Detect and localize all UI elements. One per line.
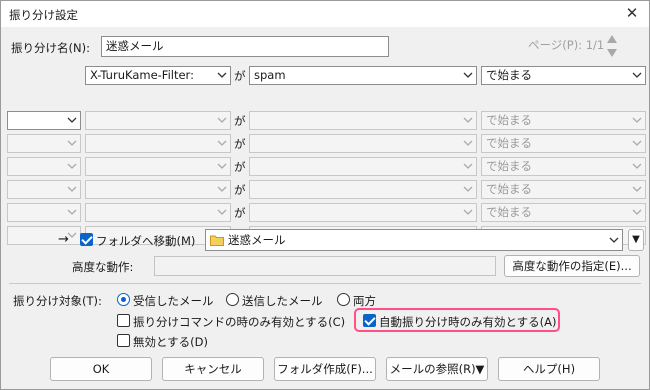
match-type-value: で始まる xyxy=(486,159,532,173)
chevron-down-icon xyxy=(632,161,642,171)
create-folder-button[interactable]: フォルダ作成(F)... xyxy=(274,357,376,381)
target-both-label: 両方 xyxy=(353,294,376,308)
header-field-select[interactable] xyxy=(85,180,231,199)
folder-icon xyxy=(210,235,224,246)
chevron-down-icon xyxy=(217,161,227,171)
chevron-down-icon xyxy=(67,207,77,217)
command-only-checkbox[interactable] xyxy=(117,314,130,327)
chevron-down-icon xyxy=(217,70,227,80)
chevron-down-icon xyxy=(217,115,227,125)
divider xyxy=(9,283,641,284)
target-received-label: 受信したメール xyxy=(133,294,214,308)
chevron-down-icon xyxy=(463,161,473,171)
chevron-down-icon xyxy=(67,115,77,125)
chevron-down-icon xyxy=(632,138,642,148)
condition-value-input[interactable] xyxy=(249,180,477,199)
condition-particle: が xyxy=(234,206,246,220)
title-bar: 振り分け設定 ✕ xyxy=(1,1,649,27)
chevron-down-icon xyxy=(609,235,619,245)
chevron-down-icon xyxy=(217,207,227,217)
target-received-radio[interactable] xyxy=(117,293,130,306)
chevron-down-icon xyxy=(67,138,77,148)
match-type-value: で始まる xyxy=(486,136,532,150)
chevron-down-icon xyxy=(463,70,473,80)
chevron-down-icon xyxy=(463,115,473,125)
header-field-select[interactable] xyxy=(85,111,231,130)
chevron-down-icon xyxy=(463,184,473,194)
logic-select[interactable] xyxy=(7,157,81,176)
folder-menu-button[interactable]: ▼ xyxy=(628,229,644,251)
rule-name-label: 振り分け名(N): xyxy=(11,41,90,55)
match-type-select[interactable]: で始まる xyxy=(481,134,646,153)
condition-value-input[interactable] xyxy=(249,203,477,222)
target-label: 振り分け対象(T): xyxy=(13,294,102,308)
page-indicator: ページ(P): 1/1 xyxy=(528,38,605,52)
chevron-down-icon xyxy=(632,207,642,217)
page-spin-icon[interactable] xyxy=(606,33,618,59)
condition-particle: が xyxy=(234,114,246,128)
header-field-select[interactable] xyxy=(85,203,231,222)
disable-checkbox[interactable] xyxy=(117,334,130,347)
condition-value-input[interactable] xyxy=(249,157,477,176)
advanced-input[interactable] xyxy=(154,256,496,276)
match-type-value: で始まる xyxy=(486,68,532,82)
header-field-select[interactable] xyxy=(85,134,231,153)
folder-select-value: 迷惑メール xyxy=(228,233,286,247)
move-folder-checkbox[interactable] xyxy=(80,233,93,246)
auto-only-label: 自動振り分け時のみ有効とする(A) xyxy=(379,315,557,329)
condition-particle: が xyxy=(234,160,246,174)
match-type-select[interactable]: で始まる xyxy=(481,111,646,130)
auto-only-checkbox[interactable] xyxy=(363,314,376,327)
logic-select[interactable] xyxy=(7,226,81,245)
header-field-value: X-TuruKame-Filter: xyxy=(90,68,194,82)
ok-button[interactable]: OK xyxy=(50,357,152,381)
cancel-button[interactable]: キャンセル xyxy=(162,357,264,381)
condition-value-input[interactable]: spam xyxy=(249,66,477,85)
match-type-value: で始まる xyxy=(486,113,532,127)
match-type-value: で始まる xyxy=(486,205,532,219)
match-type-select[interactable]: で始まる xyxy=(481,180,646,199)
logic-select[interactable] xyxy=(7,180,81,199)
chevron-down-icon xyxy=(67,184,77,194)
condition-particle: が xyxy=(234,69,246,83)
mail-ref-button[interactable]: メールの参照(R)▼ xyxy=(386,357,488,381)
match-type-select[interactable]: で始まる xyxy=(481,66,646,85)
chevron-down-icon xyxy=(463,207,473,217)
chevron-down-icon xyxy=(67,161,77,171)
condition-value-input[interactable] xyxy=(249,134,477,153)
logic-select[interactable] xyxy=(7,203,81,222)
target-sent-radio[interactable] xyxy=(226,293,239,306)
command-only-label: 振り分けコマンドの時のみ有効とする(C) xyxy=(133,315,346,329)
condition-particle: が xyxy=(234,137,246,151)
chevron-down-icon xyxy=(217,138,227,148)
logic-select[interactable] xyxy=(7,111,81,130)
target-both-radio[interactable] xyxy=(337,293,350,306)
match-type-select[interactable]: で始まる xyxy=(481,157,646,176)
rule-name-input[interactable]: 迷惑メール xyxy=(101,36,389,57)
window-title: 振り分け設定 xyxy=(9,8,78,22)
condition-value-input[interactable] xyxy=(249,111,477,130)
advanced-label: 高度な動作: xyxy=(72,260,134,274)
header-field-select[interactable]: X-TuruKame-Filter: xyxy=(85,66,231,85)
move-folder-label: フォルダへ移動(M) xyxy=(96,234,196,248)
chevron-down-icon xyxy=(217,184,227,194)
chevron-down-icon xyxy=(632,70,642,80)
target-sent-label: 送信したメール xyxy=(242,294,323,308)
chevron-down-icon xyxy=(632,184,642,194)
filter-settings-dialog: 振り分け設定 ✕ 振り分け名(N): 迷惑メール ページ(P): 1/1 X-T… xyxy=(0,0,650,390)
match-type-select[interactable]: で始まる xyxy=(481,203,646,222)
folder-select[interactable]: 迷惑メール xyxy=(205,229,623,251)
arrow-icon: → xyxy=(58,232,69,247)
header-field-select[interactable] xyxy=(85,157,231,176)
advanced-spec-button[interactable]: 高度な動作の指定(E)... xyxy=(504,255,640,277)
chevron-down-icon xyxy=(463,138,473,148)
condition-value: spam xyxy=(254,68,286,82)
help-button[interactable]: ヘルプ(H) xyxy=(498,357,600,381)
chevron-down-icon xyxy=(632,115,642,125)
close-icon[interactable]: ✕ xyxy=(623,4,641,22)
logic-select[interactable] xyxy=(7,134,81,153)
match-type-value: で始まる xyxy=(486,182,532,196)
disable-label: 無効とする(D) xyxy=(133,335,208,349)
condition-particle: が xyxy=(234,183,246,197)
